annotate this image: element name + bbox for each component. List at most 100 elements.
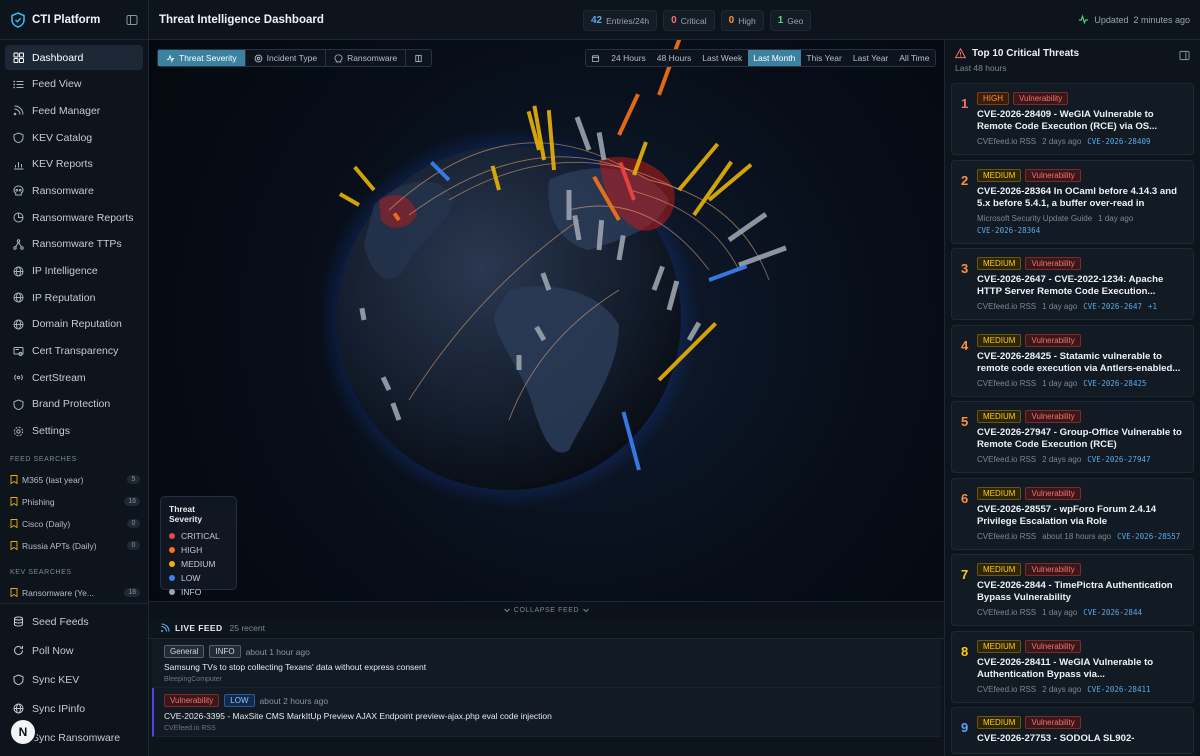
- threat-meta-cve: CVE-2026-28364: [977, 226, 1183, 235]
- nav-item-certstream[interactable]: CertStream: [5, 365, 143, 390]
- saved-search-item[interactable]: Cisco (Daily) 0: [0, 513, 148, 535]
- columns-toggle-button[interactable]: [406, 50, 431, 66]
- nav-item-label: Domain Reputation: [32, 318, 122, 331]
- threat-title: CVE-2026-28409 - WeGIA Vulnerable to Rem…: [977, 109, 1158, 132]
- threat-cve-link[interactable]: CVE-2026-2647: [1083, 302, 1142, 311]
- nav-item-ransomware[interactable]: Ransomware: [5, 178, 143, 203]
- threat-cve-link[interactable]: CVE-2026-28557: [1117, 532, 1180, 541]
- nav-item-brand-protection[interactable]: Brand Protection: [5, 392, 143, 417]
- nav-item-domain-reputation[interactable]: Domain Reputation: [5, 312, 143, 337]
- nav-item-ip-intelligence[interactable]: IP Intelligence: [5, 259, 143, 284]
- avatar[interactable]: N: [11, 720, 35, 744]
- threat-card[interactable]: 9 MEDIUM Vulnerability CVE-2026-27753 - SOD…: [951, 707, 1194, 754]
- pie-icon: [13, 212, 24, 223]
- time-range-last-year[interactable]: Last Year: [847, 50, 893, 66]
- threat-body: MEDIUM Vulnerability CVE-2026-28425 - Stat…: [977, 333, 1183, 388]
- globe-visualization[interactable]: [149, 40, 944, 601]
- threat-card[interactable]: 2 MEDIUM Vulnerability CVE-2026-28364 In OC…: [951, 159, 1194, 244]
- stat-value: 42: [591, 15, 603, 26]
- legend-dot: [169, 533, 175, 539]
- threat-body: MEDIUM Vulnerability CVE-2026-28557 - wpFo…: [977, 486, 1183, 541]
- nav-item-ransomware-reports[interactable]: Ransomware Reports: [5, 205, 143, 230]
- nav-item-feed-manager[interactable]: Feed Manager: [5, 98, 143, 123]
- sidebar-toggle-icon[interactable]: [126, 14, 138, 26]
- nav-item-label: Feed View: [32, 78, 82, 91]
- saved-search-label: Phishing: [22, 496, 55, 507]
- nav-item-ip-reputation[interactable]: IP Reputation: [5, 285, 143, 310]
- action-poll-now-button[interactable]: Poll Now: [5, 636, 143, 665]
- bookmark-icon: [10, 519, 18, 529]
- grid-icon: [13, 52, 24, 63]
- threat-cve-link[interactable]: CVE-2026-27947: [1087, 455, 1150, 464]
- sidebar: CTI Platform Dashboard Feed View Feed Mana…: [0, 0, 149, 756]
- legend-label: CRITICAL: [181, 531, 220, 541]
- threat-cve-link[interactable]: CVE-2026-28425: [1083, 379, 1146, 388]
- tab-incident-type[interactable]: Incident Type: [246, 50, 327, 66]
- saved-search-item[interactable]: Ransomware (Ye... 18: [0, 582, 148, 604]
- threat-cve-link[interactable]: CVE-2026-28411: [1087, 685, 1150, 694]
- nav-item-ransomware-ttps[interactable]: Ransomware TTPs: [5, 232, 143, 257]
- collapse-feed-button[interactable]: COLLAPSE FEED: [149, 601, 944, 618]
- threat-time: about 18 hours ago: [1042, 531, 1112, 541]
- tab-ransomware[interactable]: Ransomware: [326, 50, 407, 66]
- stat-label: Geo: [787, 15, 804, 26]
- threat-bar: [617, 93, 640, 136]
- columns-icon: [415, 54, 422, 62]
- action-seed-feeds-button[interactable]: Seed Feeds: [5, 607, 143, 636]
- threat-card[interactable]: 7 MEDIUM Vulnerability CVE-2026-2844 - Time…: [951, 554, 1194, 626]
- panel-toggle-icon[interactable]: [1179, 50, 1190, 61]
- threat-cve-link[interactable]: CVE-2026-2844: [1083, 608, 1142, 617]
- feed-item[interactable]: General INFO about 1 hour ago Samsung TVs t…: [152, 639, 941, 688]
- nav-item-kev-catalog[interactable]: KEV Catalog: [5, 125, 143, 150]
- threat-card[interactable]: 8 MEDIUM Vulnerability CVE-2026-28411 - WeG…: [951, 630, 1194, 703]
- threat-bar: [708, 264, 748, 282]
- feed-item-time: about 1 hour ago: [245, 646, 310, 657]
- time-range-this-year[interactable]: This Year: [801, 50, 847, 66]
- threat-card[interactable]: 4 MEDIUM Vulnerability CVE-2026-28425 - Sta…: [951, 324, 1194, 397]
- saved-search-count: 5: [127, 475, 140, 485]
- action-label: Sync IPinfo: [32, 702, 86, 715]
- threat-card[interactable]: 5 MEDIUM Vulnerability CVE-2026-27947 - Gro…: [951, 401, 1194, 473]
- nav-item-dashboard[interactable]: Dashboard: [5, 45, 143, 70]
- live-feed-title: LIVE FEED: [175, 623, 223, 633]
- threat-title: CVE-2026-28425 - Statamic vulnerable to …: [977, 350, 1181, 374]
- threat-time: 1 day ago: [1098, 213, 1134, 223]
- threat-card[interactable]: 3 MEDIUM Vulnerability CVE-2026-2647 - CVE-…: [951, 248, 1194, 320]
- category-badge: Vulnerability: [1025, 410, 1081, 423]
- action-sync-ipinfo-button[interactable]: Sync IPinfo: [5, 694, 143, 723]
- calendar-button[interactable]: [586, 50, 606, 66]
- threat-cve-link[interactable]: CVE-2026-28409: [1087, 137, 1150, 146]
- saved-search-item[interactable]: M365 (last year) 5: [0, 469, 148, 491]
- threat-card[interactable]: 1 HIGH Vulnerability CVE-2026-28409 - WeGIA…: [951, 83, 1194, 155]
- nav-item-cert-transparency[interactable]: Cert Transparency: [5, 339, 143, 364]
- nav-item-label: CertStream: [32, 371, 86, 384]
- legend-item-critical: CRITICAL: [169, 529, 228, 543]
- saved-search-item[interactable]: Phishing 16: [0, 491, 148, 513]
- threat-time: 2 days ago: [1042, 137, 1082, 146]
- time-range-last-week[interactable]: Last Week: [697, 50, 748, 66]
- nav-item-settings[interactable]: Settings: [5, 419, 143, 444]
- category-badge: Vulnerability: [1025, 486, 1081, 500]
- feed-item-title: Samsung TVs to stop collecting Texans' d…: [164, 662, 427, 672]
- threat-globe-map[interactable]: Threat Severity Incident Type Ransomware 2…: [149, 40, 944, 601]
- feed-item[interactable]: Vulnerability LOW about 2 hours ago CVE-202…: [152, 688, 941, 737]
- legend-title: Threat Severity: [169, 504, 203, 524]
- time-range-48-hours[interactable]: 48 Hours: [651, 50, 697, 66]
- tab-threat-severity[interactable]: Threat Severity: [158, 50, 246, 66]
- time-range-24-hours[interactable]: 24 Hours: [606, 50, 652, 66]
- warning-icon: [955, 48, 966, 59]
- threat-title: CVE-2026-27753 - SODOLA SL902-: [977, 733, 1135, 744]
- saved-search-item[interactable]: Russia APTs (Daily) 0: [0, 535, 148, 557]
- nav-item-kev-reports[interactable]: KEV Reports: [5, 152, 143, 177]
- threat-bar: [338, 192, 360, 207]
- threat-card[interactable]: 6 MEDIUM Vulnerability CVE-2026-28557 - wpF…: [951, 477, 1194, 550]
- threat-cve-link[interactable]: CVE-2026-28364: [977, 226, 1040, 235]
- time-range-last-month[interactable]: Last Month: [747, 50, 801, 66]
- time-range-all-time[interactable]: All Time: [894, 50, 935, 66]
- threat-meta: CVEfeed.io RSS 2 days ago CVE-2026-27947: [977, 455, 1183, 464]
- category-badge: Vulnerability: [1025, 168, 1081, 182]
- nav-item-label: KEV Reports: [32, 158, 93, 171]
- threat-source: CVEfeed.io RSS: [977, 608, 1037, 617]
- action-sync-kev-button[interactable]: Sync KEV: [5, 665, 143, 694]
- nav-item-feed-view[interactable]: Feed View: [5, 72, 143, 97]
